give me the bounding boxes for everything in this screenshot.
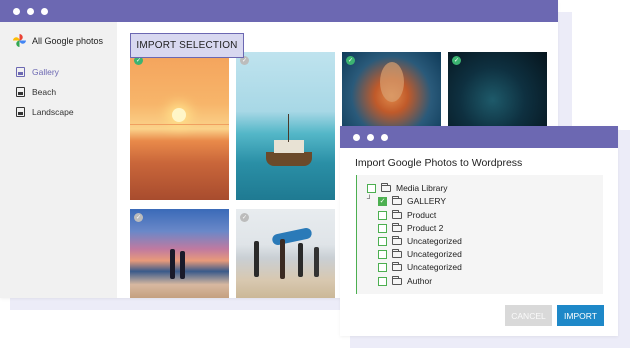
- tree-node[interactable]: Media Library: [367, 183, 448, 193]
- folder-icon: [392, 236, 402, 245]
- window-dot-icon: [13, 7, 20, 15]
- checkbox[interactable]: ✓: [378, 196, 387, 206]
- unselected-check-icon[interactable]: ✓: [240, 213, 249, 222]
- window-dot-icon: [41, 7, 48, 15]
- checkbox[interactable]: [367, 183, 376, 193]
- tree-node-label: GALLERY: [407, 196, 447, 206]
- checkbox[interactable]: [378, 223, 387, 233]
- tree-node[interactable]: Author: [378, 276, 432, 286]
- sidebar-item-gallery[interactable]: Gallery: [16, 67, 59, 77]
- window-dot-icon: [381, 133, 388, 141]
- checkbox[interactable]: [378, 236, 387, 246]
- tree-node-label: Product 2: [407, 223, 444, 233]
- window-dot-icon: [27, 7, 34, 15]
- tree-node[interactable]: ✓ GALLERY: [378, 196, 446, 206]
- window-titlebar: [0, 0, 558, 22]
- folder-icon: [392, 262, 402, 271]
- expand-arrow-icon[interactable]: ┘: [367, 196, 372, 203]
- tree-node-label: Author: [407, 276, 433, 286]
- sidebar-item-beach[interactable]: Beach: [16, 87, 56, 97]
- cancel-button[interactable]: CANCEL: [505, 305, 552, 326]
- folder-icon: [392, 249, 402, 258]
- photo-tile[interactable]: ✓: [130, 209, 229, 298]
- folder-icon: [381, 183, 391, 192]
- sidebar: All Google photos Gallery Beach Landscap…: [0, 22, 117, 298]
- selected-check-icon[interactable]: ✓: [346, 56, 355, 65]
- tree-node-label: Uncategorized: [407, 249, 462, 259]
- sidebar-header-label: All Google photos: [32, 35, 104, 46]
- album-icon: [16, 67, 25, 77]
- photo-tile[interactable]: ✓: [342, 52, 441, 132]
- dialog-title: Import Google Photos to Wordpress: [355, 157, 523, 169]
- photo-tile[interactable]: ✓: [130, 52, 229, 200]
- unselected-check-icon[interactable]: ✓: [134, 213, 143, 222]
- sidebar-item-landscape[interactable]: Landscape: [16, 107, 74, 117]
- folder-tree: ┘ Media Library ✓ GALLERY Product Produc…: [356, 175, 603, 294]
- sidebar-item-label: Landscape: [32, 107, 74, 117]
- google-photos-icon: [13, 34, 26, 47]
- tree-node[interactable]: Uncategorized: [378, 262, 462, 272]
- photo-tile[interactable]: ✓: [236, 209, 335, 298]
- import-selection-button[interactable]: IMPORT SELECTION: [130, 33, 244, 58]
- import-dialog: Import Google Photos to Wordpress ┘ Medi…: [340, 126, 618, 336]
- tree-node[interactable]: Uncategorized: [378, 249, 462, 259]
- album-icon: [16, 107, 25, 117]
- tree-node[interactable]: Product: [378, 210, 436, 220]
- folder-icon: [392, 276, 402, 285]
- tree-node[interactable]: Uncategorized: [378, 236, 462, 246]
- folder-icon: [392, 223, 402, 232]
- tree-node-label: Uncategorized: [407, 236, 462, 246]
- window-dot-icon: [367, 133, 374, 141]
- tree-node-label: Uncategorized: [407, 262, 462, 272]
- checkbox[interactable]: [378, 210, 387, 220]
- checkbox[interactable]: [378, 249, 387, 259]
- folder-icon: [392, 196, 402, 205]
- checkbox[interactable]: [378, 262, 387, 272]
- sidebar-header[interactable]: All Google photos: [13, 34, 103, 47]
- tree-node[interactable]: Product 2: [378, 223, 443, 233]
- photo-tile[interactable]: ✓: [448, 52, 547, 132]
- selected-check-icon[interactable]: ✓: [452, 56, 461, 65]
- album-icon: [16, 87, 25, 97]
- tree-node-label: Media Library: [396, 183, 448, 193]
- sidebar-item-label: Gallery: [32, 67, 59, 77]
- dialog-titlebar: [340, 126, 618, 148]
- sidebar-item-label: Beach: [32, 87, 57, 97]
- checkbox[interactable]: [378, 276, 387, 286]
- window-dot-icon: [353, 133, 360, 141]
- import-button[interactable]: IMPORT: [557, 305, 604, 326]
- tree-node-label: Product: [407, 210, 437, 220]
- photo-tile[interactable]: ✓: [236, 52, 335, 200]
- folder-icon: [392, 210, 402, 219]
